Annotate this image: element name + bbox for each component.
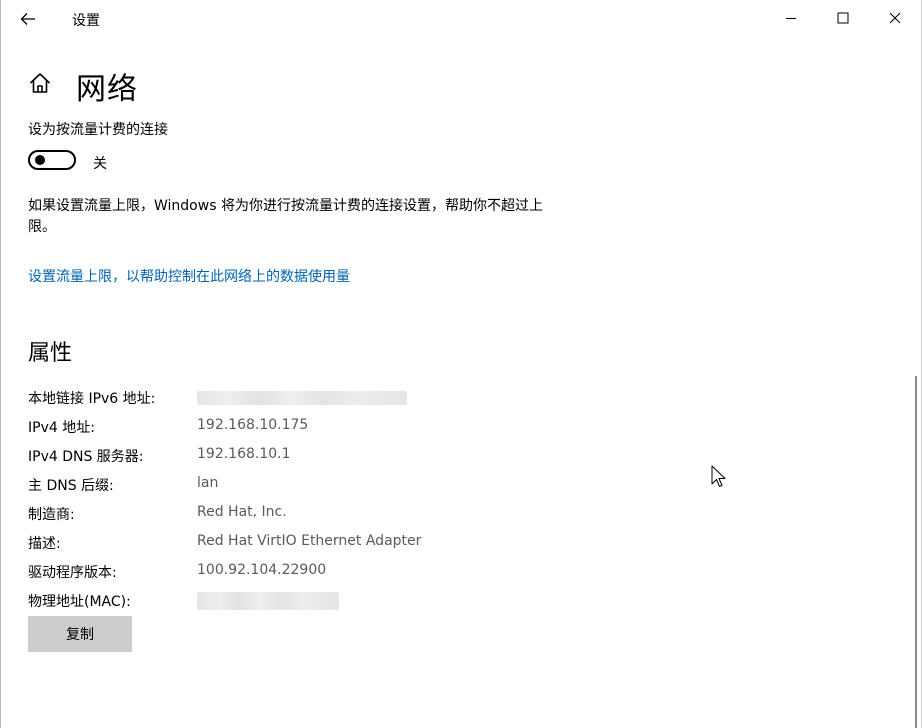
properties-section-title: 属性 [28, 341, 73, 366]
property-row-mac: 物理地址(MAC): [28, 591, 728, 613]
property-row-ipv6: 本地链接 IPv6 地址: [28, 388, 728, 410]
metered-description: 如果设置流量上限，Windows 将为你进行按流量计费的连接设置，帮助你不超过上… [28, 198, 543, 235]
set-data-limit-link[interactable]: 设置流量上限，以帮助控制在此网络上的数据使用量 [28, 266, 350, 286]
settings-window: 设置 网络 设为按流量计费的连接 关 如果设置流量上限，Windows 将为你进… [0, 0, 922, 728]
redacted-mac-value [197, 592, 339, 610]
back-button[interactable] [14, 6, 42, 32]
property-value: Red Hat, Inc. [197, 504, 287, 520]
close-icon [889, 12, 901, 24]
close-button[interactable] [872, 0, 918, 36]
mouse-cursor-icon [711, 465, 726, 487]
toggle-knob [35, 155, 45, 165]
maximize-icon [837, 12, 849, 24]
back-arrow-icon [20, 13, 35, 25]
property-label: 主 DNS 后缀: [28, 478, 114, 494]
scrollbar[interactable] [915, 376, 917, 728]
copy-button[interactable]: 复制 [28, 616, 132, 652]
metered-connection-toggle[interactable] [28, 150, 76, 170]
toggle-state-label: 关 [93, 156, 107, 172]
property-row-ipv4: IPv4 地址: 192.168.10.175 [28, 417, 728, 439]
home-icon[interactable] [28, 71, 52, 95]
window-left-border [0, 0, 1, 728]
property-label: IPv4 地址: [28, 420, 95, 436]
property-value: lan [197, 475, 219, 491]
property-row-description: 描述: Red Hat VirtIO Ethernet Adapter [28, 533, 728, 555]
maximize-button[interactable] [820, 0, 866, 36]
minimize-button[interactable] [768, 0, 814, 36]
title-bar: 设置 [0, 0, 922, 38]
app-title: 设置 [72, 13, 100, 29]
property-label: IPv4 DNS 服务器: [28, 449, 144, 465]
redacted-ipv6-value [197, 391, 407, 405]
property-row-ipv4-dns: IPv4 DNS 服务器: 192.168.10.1 [28, 446, 728, 468]
property-value: 100.92.104.22900 [197, 562, 327, 578]
property-value: Red Hat VirtIO Ethernet Adapter [197, 533, 422, 549]
property-label: 本地链接 IPv6 地址: [28, 391, 156, 407]
metered-connection-label: 设为按流量计费的连接 [28, 122, 168, 138]
property-label: 制造商: [28, 507, 75, 523]
property-row-manufacturer: 制造商: Red Hat, Inc. [28, 504, 728, 526]
property-row-dns-suffix: 主 DNS 后缀: lan [28, 475, 728, 497]
page-title: 网络 [76, 72, 138, 107]
minimize-icon [786, 18, 796, 19]
property-label: 描述: [28, 536, 61, 552]
property-row-driver-version: 驱动程序版本: 100.92.104.22900 [28, 562, 728, 584]
property-label: 物理地址(MAC): [28, 594, 131, 610]
property-value: 192.168.10.1 [197, 446, 291, 462]
property-label: 驱动程序版本: [28, 565, 117, 581]
property-value: 192.168.10.175 [197, 417, 309, 433]
